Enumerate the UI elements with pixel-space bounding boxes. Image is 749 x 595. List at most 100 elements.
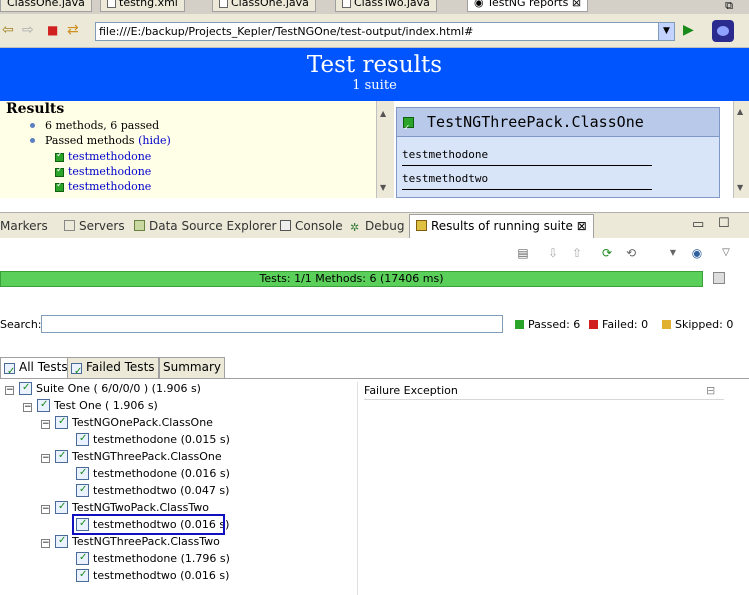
collapse-icon[interactable]: − — [41, 505, 50, 514]
report-scrollbar[interactable]: ▲ ▼ — [733, 101, 749, 198]
tab-label: testng.xml — [119, 0, 178, 9]
scroll-up-icon[interactable]: ▲ — [380, 109, 386, 118]
servers-icon — [64, 220, 75, 231]
stack-trace-filter-icon[interactable]: ⊟ — [706, 384, 720, 398]
go-icon[interactable]: ▶ — [683, 22, 694, 38]
scroll-down-icon[interactable]: ▼ — [380, 183, 386, 192]
forward-icon[interactable]: ⇨ — [22, 22, 34, 38]
collapse-icon[interactable]: − — [41, 539, 50, 548]
tree-node-label: TestNGThreePack.ClassOne — [72, 450, 222, 463]
tab-debug[interactable]: ✲ Debug — [350, 219, 404, 233]
java-file-icon — [219, 0, 228, 8]
globe-icon[interactable]: ◉ — [690, 246, 704, 260]
tree-method-node[interactable]: testmethodone (1.796 s) — [76, 551, 230, 566]
passed-check-icon — [55, 150, 64, 162]
method-link[interactable]: testmethodone — [68, 150, 151, 163]
tree-class-node[interactable]: − TestNGThreePack.ClassTwo — [41, 534, 220, 549]
tree-suite-node[interactable]: − Suite One ( 6/0/0/0 ) (1.906 s) — [5, 381, 201, 396]
collapse-icon[interactable]: − — [41, 420, 50, 429]
editor-tab-classone-java-2[interactable]: ClassOne.java — [212, 0, 316, 12]
stop-icon[interactable]: ■ — [47, 22, 58, 38]
pane-splitter[interactable] — [357, 382, 358, 595]
editor-tab-classone-java[interactable]: ClassOne.java — [0, 0, 92, 12]
tree-class-node[interactable]: − TestNGThreePack.ClassOne — [41, 449, 222, 464]
report-splitter-scrollbar[interactable]: ▲ ▼ — [376, 101, 394, 198]
tab-label: ClassTwo.java — [354, 0, 430, 9]
tab-summary[interactable]: Summary — [159, 357, 225, 378]
collapse-icon[interactable]: − — [5, 386, 14, 395]
tab-label: Console — [295, 219, 343, 233]
hide-link[interactable]: (hide) — [138, 134, 171, 147]
view-menu-icon[interactable]: ▽ — [719, 246, 733, 260]
minimize-icon[interactable]: ▭ — [692, 217, 704, 232]
tree-node-label: testmethodtwo (0.016 s) — [93, 569, 230, 582]
tab-markers[interactable]: Markers — [0, 219, 48, 233]
restore-icon[interactable]: ⧉ — [725, 0, 733, 13]
editor-tab-classtwo-java[interactable]: ClassTwo.java — [335, 0, 437, 12]
close-icon[interactable]: ⊠ — [572, 0, 581, 9]
collapse-icon[interactable]: − — [23, 403, 32, 412]
failed-count-text: Failed: 0 — [602, 318, 649, 331]
tree-class-node[interactable]: − TestNGTwoPack.ClassTwo — [41, 500, 209, 515]
progress-text: Tests: 1/1 Methods: 6 (17406 ms) — [259, 272, 444, 285]
failed-count: Failed: 0 — [589, 318, 648, 331]
passed-methods-row: Passed methods (hide) — [45, 134, 171, 147]
maximize-icon[interactable]: ☐ — [718, 216, 730, 231]
passed-method-item[interactable]: testmethodone — [55, 165, 151, 178]
class-icon — [55, 534, 68, 548]
passed-method-item[interactable]: testmethodone — [55, 150, 151, 163]
tab-label: Failed Tests — [86, 360, 155, 374]
layout-toggle-icon[interactable] — [713, 272, 725, 284]
tab-data-source-explorer[interactable]: Data Source Explorer — [134, 219, 276, 233]
refresh-icon[interactable]: ⇄ — [67, 22, 79, 38]
close-icon[interactable]: ⊠ — [577, 219, 587, 233]
scroll-up-icon[interactable]: ▲ — [737, 107, 743, 116]
report-subtitle: 1 suite — [352, 78, 397, 93]
scroll-down-icon[interactable]: ▼ — [737, 183, 743, 192]
eclipse-icon[interactable] — [712, 20, 734, 42]
back-icon[interactable]: ⇦ — [2, 22, 14, 38]
tree-test-node[interactable]: − Test One ( 1.906 s) — [23, 398, 158, 413]
tree-node-label: testmethodtwo (0.047 s) — [93, 484, 230, 497]
view-tab-bar: Markers Servers Data Source Explorer Con… — [0, 212, 749, 238]
tree-method-node[interactable]: testmethodone (0.015 s) — [76, 432, 230, 447]
tree-method-node[interactable]: testmethodtwo (0.016 s) — [76, 568, 230, 583]
method-link[interactable]: testmethodone — [68, 180, 151, 193]
class-panel-title: TestNGThreePack.ClassOne — [427, 113, 644, 131]
passed-check-icon — [403, 114, 414, 143]
rerun-failed-icon[interactable]: ⟲ — [624, 246, 638, 260]
editor-tab-testng-xml[interactable]: testng.xml — [100, 0, 185, 12]
tree-method-node[interactable]: testmethodtwo (0.047 s) — [76, 483, 230, 498]
method-icon — [76, 483, 89, 497]
next-failure-icon[interactable]: ⇩ — [546, 246, 560, 260]
history-dropdown-icon[interactable]: ▼ — [666, 246, 680, 260]
failed-icon — [589, 320, 598, 329]
tree-method-node[interactable]: testmethodone (0.016 s) — [76, 466, 230, 481]
url-dropdown-icon[interactable]: ▼ — [658, 23, 674, 40]
passed-check-icon — [55, 165, 64, 177]
selection-highlight — [72, 514, 225, 535]
tab-all-tests[interactable]: All Tests — [0, 357, 72, 381]
collapse-icon[interactable]: − — [41, 454, 50, 463]
passed-method-item[interactable]: testmethodone — [55, 180, 151, 193]
tab-results-of-running-suite[interactable]: Results of running suite ⊠ — [409, 214, 594, 238]
progress-bar: Tests: 1/1 Methods: 6 (17406 ms) — [0, 271, 703, 287]
rerun-icon[interactable]: ⟳ — [600, 246, 614, 260]
tree-node-label: TestNGOnePack.ClassOne — [72, 416, 213, 429]
editor-tab-testng-reports[interactable]: ◉ TestNG reports ⊠ — [467, 0, 589, 12]
tree-class-node[interactable]: − TestNGOnePack.ClassOne — [41, 415, 213, 430]
url-text: file:///E:/backup/Projects_Kepler/TestNG… — [99, 25, 474, 38]
url-field[interactable]: file:///E:/backup/Projects_Kepler/TestNG… — [95, 22, 675, 41]
search-input[interactable] — [41, 315, 503, 333]
tab-console[interactable]: Console — [280, 219, 343, 233]
previous-failure-icon[interactable]: ⇧ — [570, 246, 584, 260]
tab-servers[interactable]: Servers — [64, 219, 125, 233]
tab-failed-tests[interactable]: Failed Tests — [67, 357, 159, 381]
class-panel-header: TestNGThreePack.ClassOne — [397, 108, 719, 143]
tree-node-label: Suite One ( 6/0/0/0 ) (1.906 s) — [36, 382, 201, 395]
methods-summary: 6 methods, 6 passed — [45, 119, 160, 132]
scroll-lock-icon[interactable]: ▤ — [516, 246, 530, 260]
globe-icon: ◉ — [474, 0, 488, 9]
method-icon — [76, 432, 89, 446]
method-link[interactable]: testmethodone — [68, 165, 151, 178]
